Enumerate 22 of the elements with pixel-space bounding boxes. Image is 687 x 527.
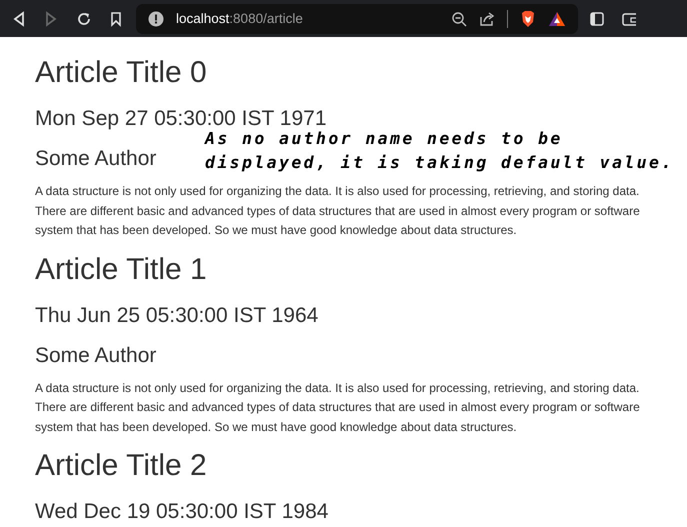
article-date: Thu Jun 25 05:30:00 IST 1964	[35, 302, 318, 328]
zoom-out-icon[interactable]	[451, 10, 467, 26]
article-author: Some Author	[35, 146, 156, 172]
article-date: Wed Dec 19 05:30:00 IST 1984	[35, 499, 328, 525]
address-bar[interactable]: localhost:8080/article	[136, 4, 578, 34]
article-body: A data structure is not only used for organizing the data. It is also used for processing, retrieving, and storing data. There are different basic and advanced types of data structures that are used in almost every program or software system that has been developed. So we must have good knowledge about data structures.	[35, 183, 641, 239]
article-title: Article Title 2	[35, 449, 208, 483]
article-author: Some Author	[35, 342, 156, 368]
share-icon[interactable]	[479, 10, 495, 26]
bookmark-icon[interactable]	[110, 10, 122, 26]
article-title: Article Title 0	[35, 56, 208, 90]
article-body: A data structure is not only used for organizing the data. It is also used for processing, retrieving, and storing data. There are different basic and advanced types of data structures that are used in almost every program or software system that has been developed. So we must have good knowledge about data structures.	[35, 380, 641, 436]
lion-shield-icon[interactable]	[520, 10, 536, 28]
url-host: localhost	[176, 11, 230, 26]
article-title: Article Title 1	[35, 252, 208, 286]
url-path: :8080/article	[229, 11, 303, 26]
sidebar-icon[interactable]	[590, 12, 604, 26]
wallet-icon[interactable]	[622, 12, 636, 26]
back-icon[interactable]	[12, 10, 26, 26]
info-icon[interactable]	[148, 10, 164, 26]
triangle-icon[interactable]	[548, 10, 566, 26]
reload-icon[interactable]	[76, 10, 92, 26]
